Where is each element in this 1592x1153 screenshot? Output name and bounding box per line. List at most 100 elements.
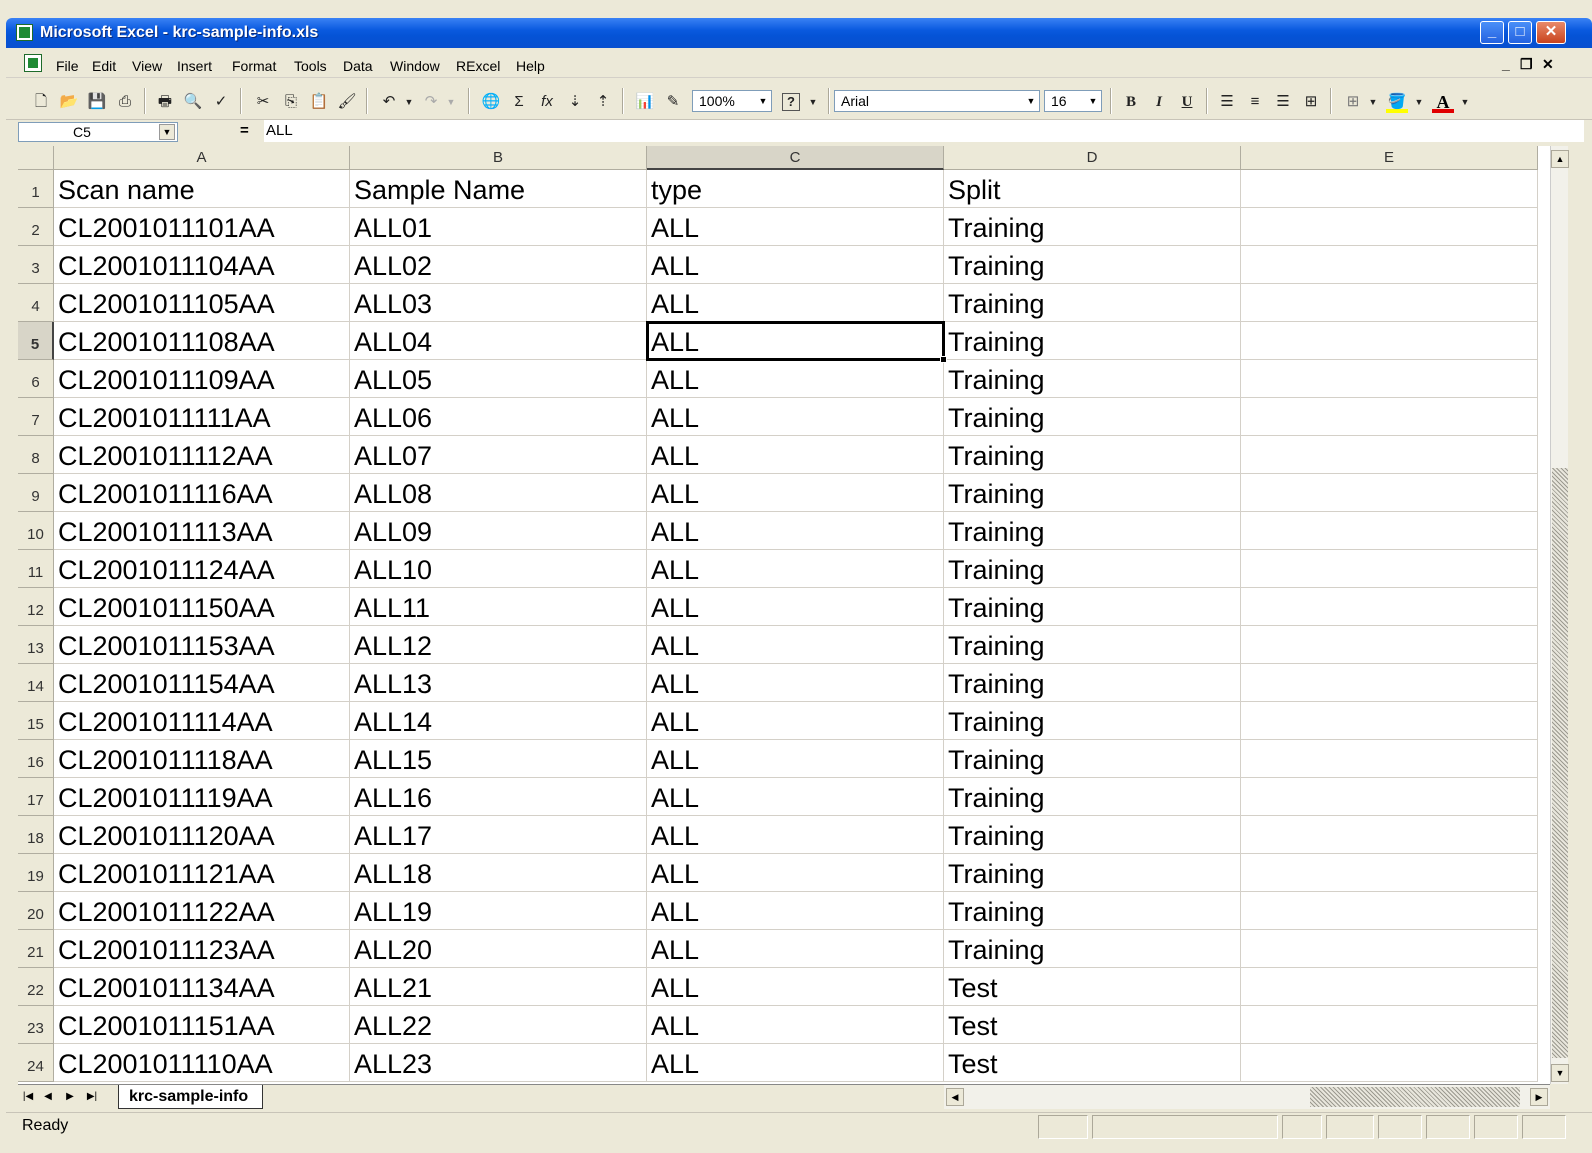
row-header[interactable]: 2 [18, 208, 54, 246]
cell-c23[interactable]: ALL [647, 1006, 944, 1044]
maximize-button[interactable]: □ [1508, 21, 1532, 44]
column-header-b[interactable]: B [350, 146, 647, 170]
zoom-select[interactable]: 100% ▼ [692, 90, 772, 112]
cell-e24[interactable] [1241, 1044, 1538, 1082]
doc-close-button[interactable]: ✕ [1542, 56, 1554, 73]
formula-equals-icon[interactable]: = [240, 122, 249, 139]
cell-a18[interactable]: CL2001011120AA [54, 816, 350, 854]
cut-icon[interactable]: ✂ [252, 91, 274, 113]
cell-d19[interactable]: Training [944, 854, 1241, 892]
new-icon[interactable]: 🗋 [30, 91, 52, 113]
cell-a16[interactable]: CL2001011118AA [54, 740, 350, 778]
cell-a20[interactable]: CL2001011122AA [54, 892, 350, 930]
menu-data[interactable]: Data [343, 58, 373, 74]
cell-a14[interactable]: CL2001011154AA [54, 664, 350, 702]
cell-a3[interactable]: CL2001011104AA [54, 246, 350, 284]
row-header[interactable]: 22 [18, 968, 54, 1006]
copy-icon[interactable]: ⎘ [280, 91, 302, 113]
row-header[interactable]: 24 [18, 1044, 54, 1082]
help-dropdown-icon[interactable]: ▼ [802, 91, 824, 113]
help-icon[interactable]: ? [782, 93, 800, 111]
cell-c9[interactable]: ALL [647, 474, 944, 512]
row-header[interactable]: 9 [18, 474, 54, 512]
cell-a1[interactable]: Scan name [54, 170, 350, 208]
row-header[interactable]: 21 [18, 930, 54, 968]
cell-e18[interactable] [1241, 816, 1538, 854]
cell-c10[interactable]: ALL [647, 512, 944, 550]
font-size-select[interactable]: 16 ▼ [1044, 90, 1102, 112]
row-header[interactable]: 3 [18, 246, 54, 284]
align-center-icon[interactable]: ≡ [1244, 91, 1266, 113]
cell-a24[interactable]: CL2001011110AA [54, 1044, 350, 1082]
cell-d1[interactable]: Split [944, 170, 1241, 208]
row-header[interactable]: 15 [18, 702, 54, 740]
cell-e4[interactable] [1241, 284, 1538, 322]
font-color-icon[interactable]: A [1432, 91, 1454, 113]
column-header-c[interactable]: C [647, 146, 944, 170]
cell-c16[interactable]: ALL [647, 740, 944, 778]
cell-a2[interactable]: CL2001011101AA [54, 208, 350, 246]
cell-c19[interactable]: ALL [647, 854, 944, 892]
cell-c21[interactable]: ALL [647, 930, 944, 968]
cell-e23[interactable] [1241, 1006, 1538, 1044]
cell-d16[interactable]: Training [944, 740, 1241, 778]
cell-c22[interactable]: ALL [647, 968, 944, 1006]
cell-b7[interactable]: ALL06 [350, 398, 647, 436]
cell-d5[interactable]: Training [944, 322, 1241, 360]
row-header[interactable]: 13 [18, 626, 54, 664]
title-bar[interactable]: Microsoft Excel - krc-sample-info.xls _ … [6, 18, 1592, 48]
cell-b3[interactable]: ALL02 [350, 246, 647, 284]
vertical-scroll-thumb[interactable] [1552, 468, 1568, 1058]
cell-b1[interactable]: Sample Name [350, 170, 647, 208]
cell-c7[interactable]: ALL [647, 398, 944, 436]
cell-e17[interactable] [1241, 778, 1538, 816]
undo-dropdown-icon[interactable]: ▼ [398, 91, 420, 113]
menu-view[interactable]: View [132, 58, 162, 74]
borders-dropdown-icon[interactable]: ▼ [1362, 91, 1384, 113]
cell-d8[interactable]: Training [944, 436, 1241, 474]
undo-icon[interactable]: ↶ [378, 91, 400, 113]
open-icon[interactable]: 📂 [58, 91, 80, 113]
cell-c8[interactable]: ALL [647, 436, 944, 474]
cell-c5[interactable]: ALL [647, 322, 944, 360]
cell-d9[interactable]: Training [944, 474, 1241, 512]
scroll-left-icon[interactable]: ◀ [946, 1088, 964, 1106]
spelling-icon[interactable]: ✓ [210, 91, 232, 113]
row-header[interactable]: 6 [18, 360, 54, 398]
cell-d15[interactable]: Training [944, 702, 1241, 740]
chevron-down-icon[interactable]: ▼ [755, 91, 771, 111]
cell-d14[interactable]: Training [944, 664, 1241, 702]
doc-restore-button[interactable]: ❐ [1520, 56, 1533, 73]
cell-d22[interactable]: Test [944, 968, 1241, 1006]
paste-icon[interactable]: 📋 [308, 91, 330, 113]
merge-center-icon[interactable]: ⊞ [1300, 91, 1322, 113]
cell-b24[interactable]: ALL23 [350, 1044, 647, 1082]
cell-e10[interactable] [1241, 512, 1538, 550]
cell-a13[interactable]: CL2001011153AA [54, 626, 350, 664]
row-header[interactable]: 17 [18, 778, 54, 816]
column-header-d[interactable]: D [944, 146, 1241, 170]
formula-input[interactable]: ALL [264, 120, 1584, 142]
cell-d7[interactable]: Training [944, 398, 1241, 436]
row-header[interactable]: 18 [18, 816, 54, 854]
cell-c3[interactable]: ALL [647, 246, 944, 284]
cell-d18[interactable]: Training [944, 816, 1241, 854]
cell-d6[interactable]: Training [944, 360, 1241, 398]
cell-b12[interactable]: ALL11 [350, 588, 647, 626]
cell-a9[interactable]: CL2001011116AA [54, 474, 350, 512]
vertical-scrollbar[interactable]: ▲ ▼ [1550, 146, 1569, 1084]
cell-e1[interactable] [1241, 170, 1538, 208]
align-right-icon[interactable]: ☰ [1272, 91, 1294, 113]
cell-d4[interactable]: Training [944, 284, 1241, 322]
redo-dropdown-icon[interactable]: ▼ [440, 91, 462, 113]
sort-ascending-icon[interactable]: ⇣ [564, 91, 586, 113]
menu-window[interactable]: Window [390, 58, 440, 74]
cell-b9[interactable]: ALL08 [350, 474, 647, 512]
cell-b4[interactable]: ALL03 [350, 284, 647, 322]
cell-e19[interactable] [1241, 854, 1538, 892]
cell-b5[interactable]: ALL04 [350, 322, 647, 360]
menu-rexcel[interactable]: RExcel [456, 58, 500, 74]
format-painter-icon[interactable]: 🖌 [336, 91, 358, 113]
cell-a10[interactable]: CL2001011113AA [54, 512, 350, 550]
doc-minimize-button[interactable]: _ [1502, 56, 1510, 72]
